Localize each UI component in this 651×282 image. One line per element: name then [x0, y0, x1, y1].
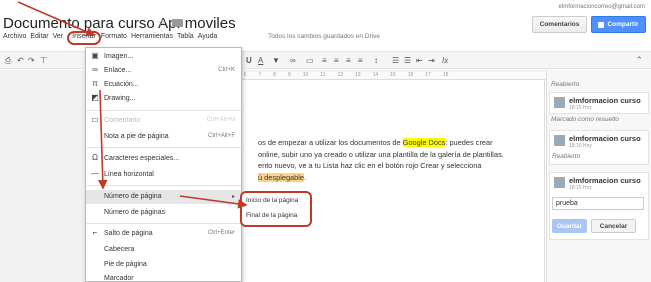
annotation-overlay [17, 1, 248, 209]
annotation-arrow [97, 89, 108, 190]
annotation-arrow [17, 1, 96, 37]
annotation-arrow [179, 195, 248, 209]
